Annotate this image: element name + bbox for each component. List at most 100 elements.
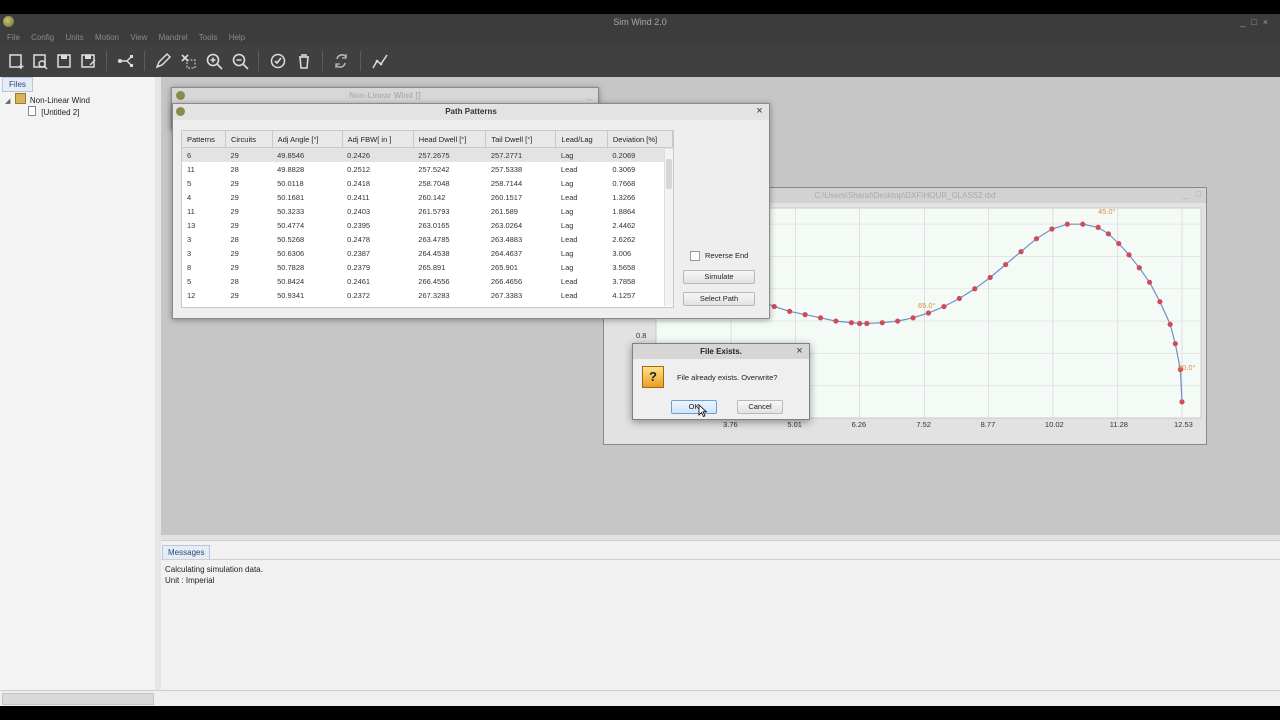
data-point	[1126, 252, 1132, 258]
check-icon[interactable]	[268, 51, 288, 71]
menu-units[interactable]: Units	[65, 31, 83, 45]
tab-files[interactable]: Files	[2, 77, 33, 92]
column-header[interactable]: Circuits	[225, 131, 273, 148]
app-logo-icon	[3, 16, 14, 27]
column-header[interactable]: Head Dwell [°]	[413, 131, 487, 148]
app-title: Sim Wind 2.0	[613, 17, 667, 27]
refresh-icon[interactable]	[331, 51, 351, 71]
table-row[interactable]: 8 29 50.7828 0.2379 265.891 265.901 Lag 3.5658	[182, 260, 673, 274]
close-icon[interactable]: ×	[794, 346, 805, 357]
open-file-icon[interactable]	[30, 51, 50, 71]
menu-view[interactable]: View	[130, 31, 147, 45]
tree-node-file[interactable]: [Untitled 2]	[0, 106, 155, 119]
new-file-icon[interactable]	[6, 51, 26, 71]
column-header[interactable]: Adj Angle [°]	[272, 131, 343, 148]
table-row[interactable]: 3 29 50.6306 0.2387 264.4538 264.4637 Lag 3.006	[182, 246, 673, 260]
table-row[interactable]: 11 29 50.3233 0.2403 261.5793 261.589 Lag 1.886…	[182, 204, 673, 218]
table-row[interactable]: 13 29 50.4774 0.2395 263.0165 263.0264 Lag 2.44…	[182, 218, 673, 232]
ok-button[interactable]: OK	[671, 400, 717, 414]
save-as-icon[interactable]	[78, 51, 98, 71]
data-point	[895, 318, 901, 324]
simulate-button[interactable]: Simulate	[683, 270, 755, 284]
table-row[interactable]: 12 29 50.9341 0.2372 267.3283 267.3383 Lead 4.1…	[182, 288, 673, 302]
zoom-in-icon[interactable]	[204, 51, 224, 71]
table-cell: 265.891	[418, 262, 446, 272]
delete-selection-icon[interactable]	[178, 51, 198, 71]
x-tick-label: 11.28	[1110, 420, 1128, 429]
minimize-icon[interactable]: _	[1183, 189, 1188, 199]
tree-node-project[interactable]: ◢ Non-Linear Wind	[0, 93, 155, 106]
expand-arrow-icon[interactable]: ◢	[5, 98, 10, 105]
x-tick-label: 12.53	[1174, 420, 1193, 429]
data-point	[910, 315, 916, 321]
menu-mandrel[interactable]: Mandrel	[159, 31, 188, 45]
table-cell: 29	[230, 220, 239, 230]
maximize-icon[interactable]: □	[1196, 189, 1201, 199]
file-exists-dialog: File Exists. × ? File already exists. Ov…	[632, 343, 810, 420]
table-cell: 50.0118	[277, 178, 304, 188]
table-cell: 0.7668	[612, 178, 636, 188]
select-path-button[interactable]: Select Path	[683, 292, 755, 306]
tab-messages[interactable]: Messages	[162, 545, 211, 560]
maximize-icon[interactable]: □	[1251, 17, 1262, 27]
zoom-out-icon[interactable]	[230, 51, 250, 71]
table-cell: 49.8546	[272, 147, 343, 162]
nonlinear-window-title: Non-Linear Wind []	[172, 88, 598, 104]
x-tick-label: 8.77	[981, 420, 996, 429]
annotation-label: 65.0°	[918, 301, 936, 310]
path-tree-icon[interactable]	[115, 51, 135, 71]
data-point	[1116, 240, 1122, 247]
messages-log: Calculating simulation data. Unit : Impe…	[165, 564, 263, 586]
annotation-label: 90.0°	[1178, 363, 1196, 372]
table-row[interactable]: 4 29 50.1681 0.2411 260.142 260.1517 Lead 1.326…	[182, 190, 673, 204]
table-cell: 50.3233	[277, 206, 305, 216]
tree-node-label: Non-Linear Wind	[29, 96, 90, 105]
save-icon[interactable]	[54, 51, 74, 71]
window-logo-icon	[176, 91, 185, 100]
table-scrollbar[interactable]	[664, 149, 673, 306]
table-cell: 261.589	[490, 206, 518, 216]
data-point	[1003, 261, 1009, 268]
table-cell: 4.1257	[612, 290, 636, 300]
menu-help[interactable]: Help	[229, 31, 245, 45]
close-icon[interactable]: ×	[1263, 17, 1274, 27]
column-header[interactable]: Tail Dwell [°]	[485, 131, 557, 148]
data-point	[1136, 265, 1142, 271]
table-row[interactable]: 3 28 50.5268 0.2478 263.4785 263.4883 Lead 2.62…	[182, 232, 673, 246]
reverse-end-checkbox[interactable]	[690, 251, 700, 261]
table-cell: 261.5793	[418, 206, 450, 216]
graph-icon[interactable]	[370, 51, 390, 71]
pencil-icon[interactable]	[153, 51, 173, 71]
table-cell: 29	[230, 262, 239, 272]
table-row[interactable]: 6 29 49.8546 0.2426 257.2675 257.2771 Lag 0.206…	[182, 147, 673, 162]
minimize-icon[interactable]: _	[587, 90, 592, 100]
table-cell: 5	[187, 276, 192, 286]
table-cell: 0.2426	[342, 147, 414, 162]
table-cell: 29	[230, 290, 239, 300]
window-controls[interactable]: _□×	[1240, 14, 1274, 31]
data-point	[817, 315, 824, 321]
column-header[interactable]: Adj FBW[ in ]	[342, 131, 414, 148]
table-row[interactable]: 5 28 50.8424 0.2461 266.4556 266.4656 Lead 3.78…	[182, 274, 673, 288]
close-icon[interactable]: ×	[754, 106, 765, 117]
table-row[interactable]: 5 29 50.0118 0.2418 258.7048 258.7144 Lag 0.766…	[182, 176, 673, 190]
table-cell: 50.5268	[277, 234, 305, 244]
menu-file[interactable]: File	[7, 31, 20, 45]
menu-tools[interactable]: Tools	[199, 31, 218, 45]
menu-config[interactable]: Config	[31, 31, 54, 45]
table-cell: 263.4785	[418, 234, 450, 244]
table-cell: 0.2478	[347, 234, 371, 244]
table-cell: 263.0165	[418, 220, 450, 230]
trash-icon[interactable]	[294, 51, 314, 71]
column-header[interactable]: Lead/Lag	[555, 131, 608, 148]
data-point	[987, 274, 993, 281]
column-header[interactable]: Deviation [%]	[607, 131, 673, 148]
table-cell: Lag	[560, 262, 574, 272]
minimize-icon[interactable]: _	[1240, 17, 1251, 27]
table-cell: 258.7144	[490, 178, 523, 188]
column-header[interactable]: Patterns	[182, 131, 226, 148]
table-row[interactable]: 11 28 49.8828 0.2512 257.5242 257.5338 Lead 0.3…	[182, 162, 673, 176]
cancel-button[interactable]: Cancel	[737, 400, 783, 414]
scrollbar-thumb[interactable]	[666, 159, 672, 189]
menu-motion[interactable]: Motion	[95, 31, 119, 45]
